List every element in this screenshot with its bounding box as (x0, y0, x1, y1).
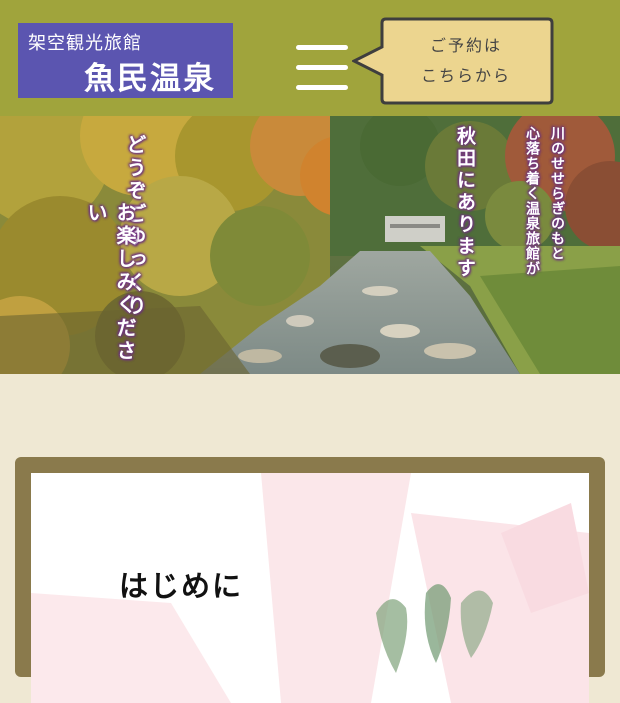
menu-bar-icon (296, 65, 348, 70)
section-title: はじめに (119, 569, 244, 603)
hero-caption-right-3: 秋田にあります (454, 126, 476, 280)
site-logo[interactable]: 架空観光旅館 魚民温泉 (18, 23, 233, 98)
hero-caption-right-1: 川のせせらぎのもと (549, 126, 565, 261)
hero-image: どうぞごゆっくり お楽しみください 川のせせらぎのもと 心落ち着く温泉旅館が 秋… (0, 116, 620, 374)
hero-caption-right-2: 心落ち着く温泉旅館が (524, 126, 540, 276)
intro-card-body: はじめに (31, 473, 589, 703)
hamburger-menu-button[interactable] (296, 43, 348, 95)
logo-subtitle: 架空観光旅館 (28, 33, 142, 54)
reservation-button[interactable]: ご予約は こちらから (352, 17, 554, 105)
intro-card: はじめに (15, 457, 605, 703)
ribbon-flower-illustration (31, 473, 589, 703)
reservation-label: ご予約は こちらから (380, 17, 552, 105)
reservation-line-2: こちらから (420, 66, 511, 85)
logo-title: 魚民温泉 (84, 61, 216, 97)
reservation-line-1: ご予約は (429, 36, 502, 55)
site-header: 架空観光旅館 魚民温泉 ご予約は こちらから (0, 0, 620, 116)
menu-bar-icon (296, 45, 348, 50)
menu-bar-icon (296, 85, 348, 90)
hero-caption-left-2: お楽しみください (84, 202, 137, 363)
